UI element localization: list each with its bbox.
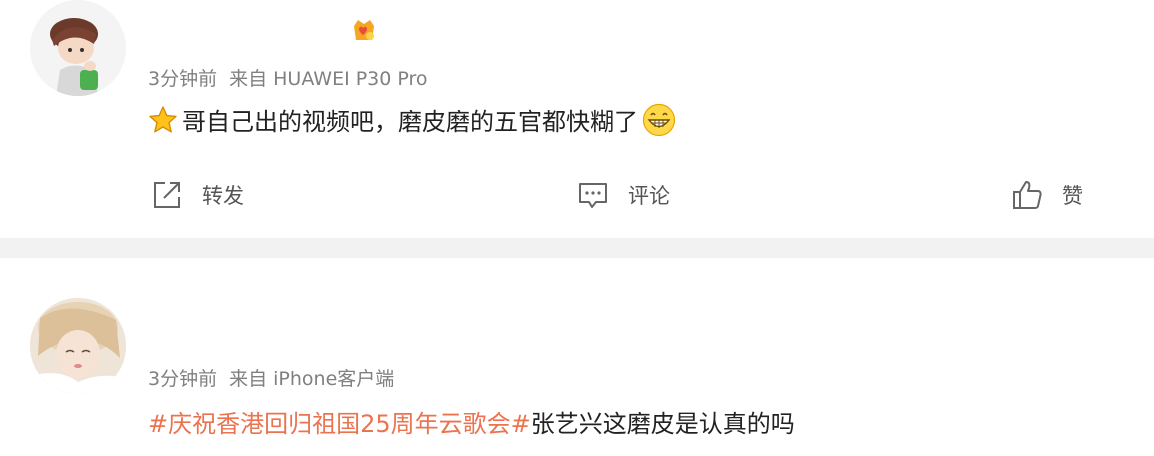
topic-link[interactable]: #庆祝香港回归祖国25周年云歌会# <box>148 404 531 439</box>
grin-emoji-icon <box>642 103 676 136</box>
post-source[interactable]: 来自 iPhone客户端 <box>229 368 394 390</box>
comment-card-1: 3分钟前 来自 HUAWEI P30 Pro 哥自己出的视频吧，磨皮磨的五官都快糊… <box>0 0 1154 238</box>
like-button[interactable]: 赞 <box>1010 178 1083 212</box>
like-icon <box>1013 181 1042 209</box>
forward-label: 转发 <box>202 184 244 208</box>
forward-icon <box>154 182 180 208</box>
post-meta: 3分钟前 来自 HUAWEI P30 Pro <box>148 64 428 91</box>
post-meta: 3分钟前 来自 iPhone客户端 <box>148 364 394 391</box>
forward-button[interactable]: 转发 <box>150 178 244 212</box>
post-body: 哥自己出的视频吧，磨皮磨的五官都快糊了 <box>182 108 638 136</box>
card-separator <box>0 238 1154 258</box>
post-text: 哥自己出的视频吧，磨皮磨的五官都快糊了 <box>148 102 676 137</box>
post-time: 3分钟前 <box>148 368 218 390</box>
comment-button[interactable]: 评论 <box>576 178 670 212</box>
avatar[interactable] <box>30 0 126 96</box>
fan-badge-icon <box>354 20 374 40</box>
post-body: 张艺兴这磨皮是认真的吗 <box>530 410 795 438</box>
comment-label: 评论 <box>628 184 670 208</box>
action-bar: 转发 评论 赞 <box>0 178 1154 212</box>
star-icon <box>149 105 177 132</box>
comment-icon <box>579 183 607 208</box>
avatar[interactable] <box>30 298 126 394</box>
post-time: 3分钟前 <box>148 68 218 90</box>
comment-card-2: 3分钟前 来自 iPhone客户端 #庆祝香港回归祖国25周年云歌会# 张艺兴这磨皮… <box>0 258 1154 456</box>
post-source[interactable]: 来自 HUAWEI P30 Pro <box>229 68 427 90</box>
post-text: #庆祝香港回归祖国25周年云歌会# 张艺兴这磨皮是认真的吗 <box>148 404 795 439</box>
like-label: 赞 <box>1062 184 1083 208</box>
